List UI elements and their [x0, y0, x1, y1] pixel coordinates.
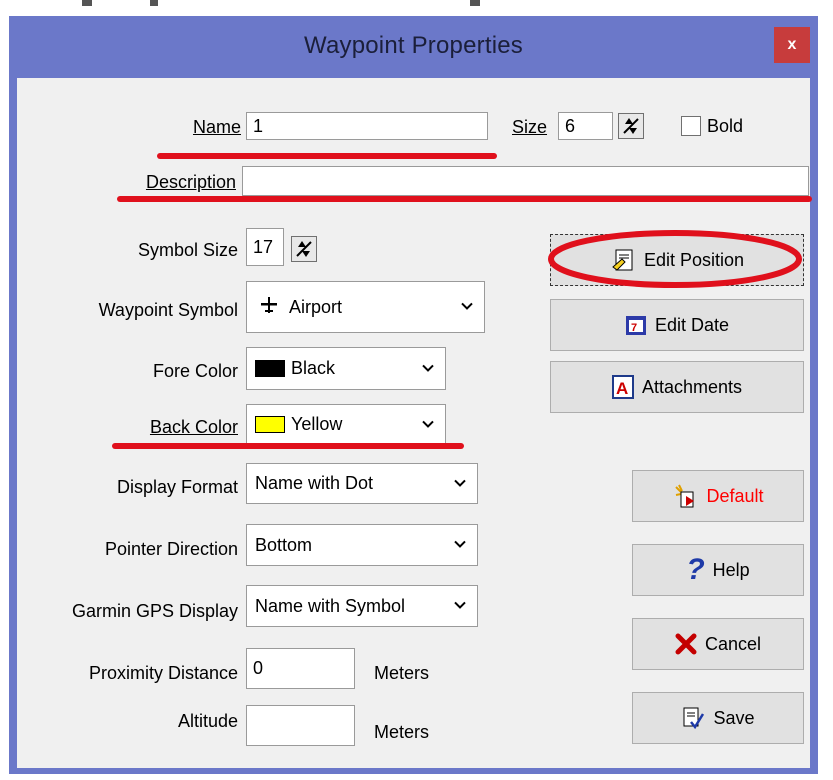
symbol-size-input[interactable]: 17: [246, 228, 284, 266]
background-mark: [470, 0, 480, 6]
color-swatch: [255, 360, 285, 377]
default-button[interactable]: Default: [632, 470, 804, 522]
help-label: Help: [712, 559, 750, 580]
default-label: Default: [706, 485, 764, 506]
cancel-label: Cancel: [704, 633, 762, 654]
cancel-button[interactable]: Cancel: [632, 618, 804, 670]
chevron-down-icon: [453, 533, 467, 554]
fore-color-label: Fore Color: [152, 361, 238, 381]
proximity-distance-input[interactable]: 0: [246, 648, 355, 689]
garmin-display-label: Garmin GPS Display: [71, 601, 238, 621]
dialog-body: Name 1 Size 6 Bold Description Symbol Si…: [17, 78, 812, 768]
background-mark: [82, 0, 92, 6]
save-icon: [681, 706, 705, 730]
waypoint-symbol-value: Airport: [289, 296, 343, 317]
symbol-size-spinner-icon[interactable]: [291, 236, 317, 262]
back-color-label: Back Color: [149, 417, 238, 437]
dialog-window: Waypoint Properties x Name 1 Size 6 Bold…: [9, 16, 818, 774]
window-title: Waypoint Properties: [303, 32, 523, 59]
garmin-display-value: Name with Symbol: [255, 595, 406, 616]
back-color-value: Yellow: [291, 414, 343, 434]
garmin-display-select[interactable]: Name with Symbol: [246, 585, 478, 627]
description-label: Description: [145, 172, 236, 192]
display-format-select[interactable]: Name with Dot: [246, 463, 478, 504]
back-color-select[interactable]: Yellow: [246, 404, 446, 445]
default-icon: [672, 483, 698, 509]
annotation-underline: [112, 443, 464, 449]
fore-color-value: Black: [291, 358, 336, 378]
chevron-down-icon: [421, 413, 435, 434]
background-mark: [150, 0, 158, 6]
size-spinner-icon[interactable]: [618, 113, 644, 139]
save-label: Save: [713, 707, 755, 728]
proximity-distance-label: Proximity Distance: [88, 663, 238, 683]
save-button[interactable]: Save: [632, 692, 804, 744]
bold-checkbox[interactable]: [681, 116, 701, 136]
close-icon: [675, 633, 697, 655]
chevron-down-icon: [460, 295, 474, 316]
bold-label: Bold: [707, 116, 744, 136]
attachments-label: Attachments: [641, 376, 743, 397]
description-input[interactable]: [242, 166, 809, 196]
airplane-icon: [259, 295, 279, 320]
chevron-down-icon: [453, 594, 467, 615]
fore-color-select[interactable]: Black: [246, 347, 446, 390]
altitude-label: Altitude: [177, 711, 238, 731]
waypoint-symbol-label: Waypoint Symbol: [98, 300, 238, 320]
size-label: Size: [512, 117, 548, 137]
svg-text:A: A: [616, 379, 628, 398]
close-button[interactable]: x: [774, 27, 810, 63]
display-format-value: Name with Dot: [255, 473, 374, 493]
attachment-icon: A: [611, 375, 634, 399]
pointer-direction-select[interactable]: Bottom: [246, 524, 478, 566]
size-input[interactable]: 6: [558, 112, 613, 140]
attachments-button[interactable]: A Attachments: [550, 361, 804, 413]
help-button[interactable]: ? Help: [632, 544, 804, 596]
symbol-size-label: Symbol Size: [137, 240, 238, 260]
pointer-direction-label: Pointer Direction: [104, 539, 238, 559]
name-input[interactable]: 1: [246, 112, 488, 140]
svg-text:7: 7: [631, 322, 637, 334]
waypoint-symbol-select[interactable]: Airport: [246, 281, 485, 333]
annotation-underline: [157, 153, 497, 159]
help-icon: ?: [686, 553, 705, 586]
proximity-unit-label: Meters: [374, 663, 430, 683]
annotation-underline: [117, 196, 812, 202]
display-format-label: Display Format: [116, 477, 238, 497]
edit-date-button[interactable]: 7 Edit Date: [550, 299, 804, 351]
chevron-down-icon: [421, 357, 435, 378]
edit-date-label: Edit Date: [654, 314, 730, 335]
altitude-input[interactable]: [246, 705, 355, 746]
altitude-unit-label: Meters: [374, 722, 430, 742]
calendar-icon: 7: [625, 314, 647, 336]
background-strip: [0, 0, 833, 16]
pointer-direction-value: Bottom: [255, 534, 313, 555]
annotation-circle: [548, 230, 802, 288]
chevron-down-icon: [453, 472, 467, 493]
title-bar[interactable]: Waypoint Properties x: [9, 16, 818, 76]
name-label: Name: [192, 117, 241, 137]
color-swatch: [255, 416, 285, 433]
